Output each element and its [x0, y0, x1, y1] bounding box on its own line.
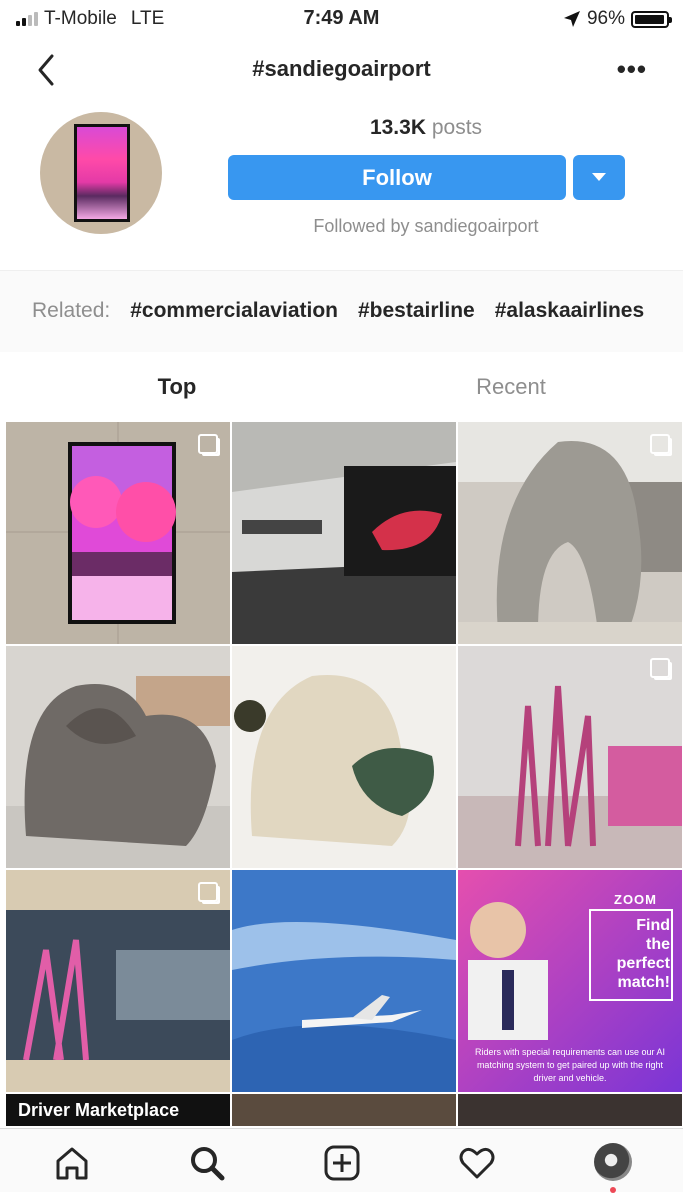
related-tag[interactable]: #alaskaairlines	[495, 299, 644, 323]
tab-recent[interactable]: Recent	[411, 374, 611, 400]
battery-group: 96%	[563, 8, 672, 30]
ad-headline: Find the perfect match!	[594, 916, 670, 992]
page-title: #sandiegoairport	[252, 56, 431, 81]
grid-post[interactable]	[232, 870, 456, 1092]
profile-notification-dot	[610, 1187, 616, 1193]
grid-post[interactable]	[6, 422, 230, 644]
bottom-tab-bar	[0, 1128, 683, 1193]
followed-by-text: Followed by sandiegoairport	[313, 216, 539, 236]
battery-fill	[635, 14, 664, 24]
activity-heart-icon[interactable]	[457, 1143, 497, 1183]
status-bar: T-Mobile LTE 7:49 AM 96%	[0, 0, 683, 36]
tab-top[interactable]: Top	[77, 374, 277, 400]
ad-brand: ZOOM	[614, 892, 657, 907]
posts-number: 13.3K	[369, 116, 426, 139]
multi-photo-icon	[650, 658, 670, 678]
grid-post[interactable]	[232, 422, 456, 644]
battery-percent: 96%	[586, 8, 625, 29]
related-tag[interactable]: #bestairline	[358, 299, 475, 323]
grid-post[interactable]	[458, 1094, 682, 1126]
profile-avatar[interactable]	[594, 1143, 632, 1181]
battery-icon	[631, 10, 672, 28]
multi-photo-icon	[650, 434, 670, 454]
grid-post[interactable]: ZOOM Find the perfect match! Riders with…	[458, 870, 682, 1092]
grid-post[interactable]	[458, 646, 682, 868]
grid-post[interactable]	[6, 870, 230, 1092]
multi-photo-icon	[198, 434, 218, 454]
grid-post[interactable]: Driver Marketplace	[6, 1094, 230, 1126]
avatar-screen-image	[77, 127, 127, 219]
multi-photo-icon	[198, 882, 218, 902]
follow-dropdown-button[interactable]	[573, 155, 625, 200]
ad-headline-line: match!	[617, 974, 670, 991]
related-label: Related:	[32, 299, 111, 322]
driver-marketplace-label: Driver Marketplace	[6, 1094, 230, 1126]
grid-post[interactable]	[232, 646, 456, 868]
nav-bar: #sandiegoairport •••	[0, 36, 683, 105]
posts-count: 13.3K posts	[228, 116, 624, 140]
grid-post[interactable]	[232, 1094, 456, 1126]
ad-body: Riders with special requirements can use…	[474, 1047, 666, 1083]
follow-button[interactable]: Follow	[228, 155, 566, 200]
hashtag-header: 13.3K posts Follow Followed by sandiegoa…	[0, 104, 683, 270]
location-arrow-icon	[563, 11, 580, 27]
search-icon[interactable]	[187, 1143, 227, 1183]
post-grid: ZOOM Find the perfect match! Riders with…	[6, 422, 683, 1126]
related-tag[interactable]: #commercialaviation	[130, 299, 338, 323]
ad-headline-line: Find	[636, 917, 670, 934]
hashtag-avatar	[40, 112, 162, 234]
grid-post[interactable]	[6, 646, 230, 868]
grid-post[interactable]	[458, 422, 682, 644]
home-icon[interactable]	[52, 1143, 92, 1183]
more-options-icon[interactable]: •••	[617, 54, 647, 85]
ad-headline-line: perfect	[616, 955, 670, 972]
posts-label: posts	[431, 116, 483, 139]
related-hashtags: Related: #commercialaviation #bestairlin…	[0, 270, 683, 354]
new-post-icon[interactable]	[322, 1143, 362, 1183]
ad-headline-line: the	[646, 936, 670, 953]
feed-tabs: Top Recent	[0, 352, 683, 422]
